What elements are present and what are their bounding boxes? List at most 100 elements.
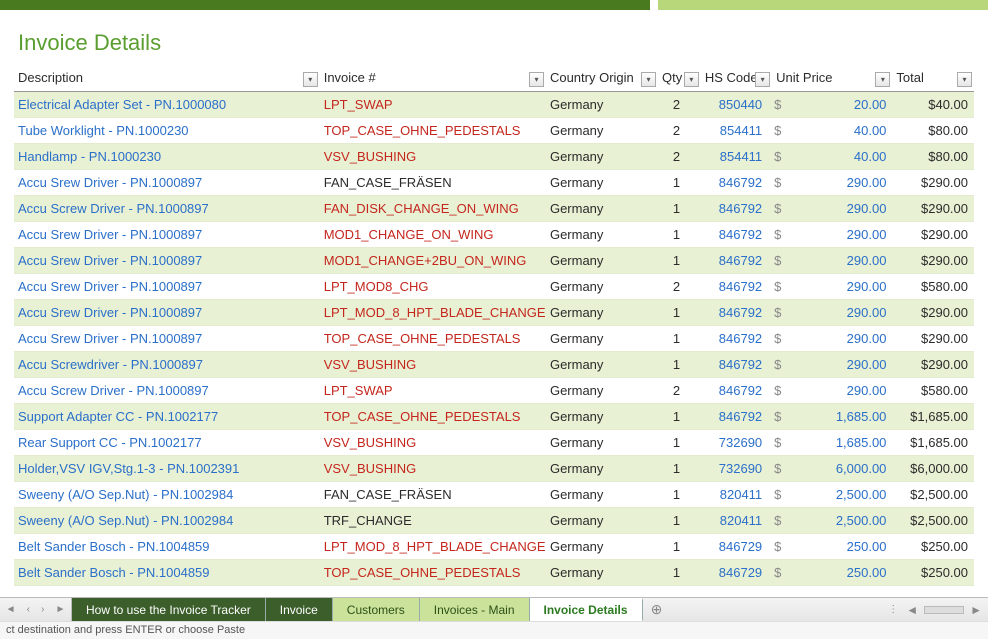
cell-total[interactable]: $1,685.00	[892, 404, 974, 430]
cell-invoice[interactable]: LPT_SWAP	[320, 378, 546, 404]
cell-description[interactable]: Sweeny (A/O Sep.Nut) - PN.1002984	[14, 482, 320, 508]
cell-total[interactable]: $1,685.00	[892, 430, 974, 456]
tab-howto[interactable]: How to use the Invoice Tracker	[72, 598, 266, 621]
cell-hs[interactable]: 846792	[701, 326, 772, 352]
cell-description[interactable]: Accu Srew Driver - PN.1000897	[14, 248, 320, 274]
cell-unit-price[interactable]: 290.00	[795, 196, 893, 222]
cell-origin[interactable]: Germany	[546, 144, 658, 170]
table-row[interactable]: Handlamp - PN.1000230VSV_BUSHINGGermany2…	[14, 144, 974, 170]
cell-unit-price[interactable]: 250.00	[795, 560, 893, 586]
cell-hs[interactable]: 732690	[701, 456, 772, 482]
cell-unit-price[interactable]: 20.00	[795, 92, 893, 118]
cell-origin[interactable]: Germany	[546, 378, 658, 404]
horizontal-scrollbar[interactable]	[924, 606, 964, 614]
cell-invoice[interactable]: VSV_BUSHING	[320, 144, 546, 170]
cell-hs[interactable]: 854411	[701, 118, 772, 144]
table-row[interactable]: Rear Support CC - PN.1002177VSV_BUSHINGG…	[14, 430, 974, 456]
scroll-left-icon[interactable]: ◄	[906, 603, 918, 617]
tab-overflow-icon[interactable]: ⋮	[888, 604, 900, 615]
cell-hs[interactable]: 732690	[701, 430, 772, 456]
cell-unit-price[interactable]: 290.00	[795, 378, 893, 404]
cell-invoice[interactable]: LPT_SWAP	[320, 92, 546, 118]
cell-invoice[interactable]: VSV_BUSHING	[320, 352, 546, 378]
cell-qty[interactable]: 2	[658, 118, 701, 144]
table-row[interactable]: Support Adapter CC - PN.1002177TOP_CASE_…	[14, 404, 974, 430]
cell-total[interactable]: $290.00	[892, 248, 974, 274]
table-row[interactable]: Sweeny (A/O Sep.Nut) - PN.1002984TRF_CHA…	[14, 508, 974, 534]
table-row[interactable]: Accu Screw Driver - PN.1000897LPT_SWAPGe…	[14, 378, 974, 404]
col-description[interactable]: Description▾	[14, 66, 320, 92]
cell-qty[interactable]: 1	[658, 560, 701, 586]
cell-unit-price[interactable]: 1,685.00	[795, 404, 893, 430]
cell-origin[interactable]: Germany	[546, 196, 658, 222]
cell-total[interactable]: $2,500.00	[892, 482, 974, 508]
scroll-right-icon[interactable]: ►	[970, 603, 982, 617]
cell-total[interactable]: $290.00	[892, 222, 974, 248]
table-row[interactable]: Electrical Adapter Set - PN.1000080LPT_S…	[14, 92, 974, 118]
cell-hs[interactable]: 820411	[701, 508, 772, 534]
cell-total[interactable]: $80.00	[892, 144, 974, 170]
cell-total[interactable]: $40.00	[892, 92, 974, 118]
cell-description[interactable]: Belt Sander Bosch - PN.1004859	[14, 560, 320, 586]
cell-origin[interactable]: Germany	[546, 534, 658, 560]
cell-origin[interactable]: Germany	[546, 326, 658, 352]
cell-unit-price[interactable]: 2,500.00	[795, 482, 893, 508]
add-sheet-button[interactable]: ⊕	[643, 598, 671, 621]
filter-dropdown-icon[interactable]: ▾	[641, 72, 656, 87]
table-row[interactable]: Accu Srew Driver - PN.1000897FAN_CASE_FR…	[14, 170, 974, 196]
table-row[interactable]: Belt Sander Bosch - PN.1004859LPT_MOD_8_…	[14, 534, 974, 560]
cell-origin[interactable]: Germany	[546, 118, 658, 144]
cell-invoice[interactable]: FAN_CASE_FRÄSEN	[320, 170, 546, 196]
cell-description[interactable]: Accu Screw Driver - PN.1000897	[14, 196, 320, 222]
cell-total[interactable]: $250.00	[892, 560, 974, 586]
cell-description[interactable]: Accu Srew Driver - PN.1000897	[14, 170, 320, 196]
cell-description[interactable]: Accu Screw Driver - PN.1000897	[14, 378, 320, 404]
filter-dropdown-icon[interactable]: ▾	[529, 72, 544, 87]
table-row[interactable]: Accu Screw Driver - PN.1000897FAN_DISK_C…	[14, 196, 974, 222]
tab-customers[interactable]: Customers	[333, 598, 420, 621]
cell-total[interactable]: $80.00	[892, 118, 974, 144]
cell-qty[interactable]: 1	[658, 248, 701, 274]
cell-description[interactable]: Electrical Adapter Set - PN.1000080	[14, 92, 320, 118]
cell-qty[interactable]: 1	[658, 170, 701, 196]
cell-invoice[interactable]: LPT_MOD_8_HPT_BLADE_CHANGE	[320, 534, 546, 560]
cell-origin[interactable]: Germany	[546, 508, 658, 534]
cell-invoice[interactable]: VSV_BUSHING	[320, 456, 546, 482]
cell-total[interactable]: $290.00	[892, 196, 974, 222]
cell-hs[interactable]: 854411	[701, 144, 772, 170]
cell-hs[interactable]: 846792	[701, 300, 772, 326]
table-row[interactable]: Holder,VSV IGV,Stg.1-3 - PN.1002391VSV_B…	[14, 456, 974, 482]
cell-description[interactable]: Rear Support CC - PN.1002177	[14, 430, 320, 456]
cell-unit-price[interactable]: 290.00	[795, 248, 893, 274]
cell-total[interactable]: $580.00	[892, 274, 974, 300]
cell-invoice[interactable]: LPT_MOD_8_HPT_BLADE_CHANGE	[320, 300, 546, 326]
filter-dropdown-icon[interactable]: ▾	[957, 72, 972, 87]
cell-qty[interactable]: 1	[658, 404, 701, 430]
table-row[interactable]: Sweeny (A/O Sep.Nut) - PN.1002984FAN_CAS…	[14, 482, 974, 508]
cell-qty[interactable]: 1	[658, 508, 701, 534]
cell-description[interactable]: Holder,VSV IGV,Stg.1-3 - PN.1002391	[14, 456, 320, 482]
col-hs[interactable]: HS Code▾	[701, 66, 772, 92]
cell-origin[interactable]: Germany	[546, 482, 658, 508]
cell-hs[interactable]: 846792	[701, 248, 772, 274]
cell-origin[interactable]: Germany	[546, 248, 658, 274]
table-row[interactable]: Accu Srew Driver - PN.1000897LPT_MOD8_CH…	[14, 274, 974, 300]
cell-description[interactable]: Accu Srew Driver - PN.1000897	[14, 274, 320, 300]
col-origin[interactable]: Country Origin▾	[546, 66, 658, 92]
cell-origin[interactable]: Germany	[546, 352, 658, 378]
cell-origin[interactable]: Germany	[546, 274, 658, 300]
cell-unit-price[interactable]: 1,685.00	[795, 430, 893, 456]
tab-invoice[interactable]: Invoice	[266, 598, 333, 621]
cell-unit-price[interactable]: 40.00	[795, 144, 893, 170]
cell-description[interactable]: Belt Sander Bosch - PN.1004859	[14, 534, 320, 560]
cell-unit-price[interactable]: 290.00	[795, 300, 893, 326]
cell-qty[interactable]: 2	[658, 92, 701, 118]
cell-hs[interactable]: 846792	[701, 378, 772, 404]
tab-nav[interactable]: ◄ ‹ › ►	[0, 598, 72, 621]
cell-origin[interactable]: Germany	[546, 560, 658, 586]
cell-unit-price[interactable]: 250.00	[795, 534, 893, 560]
cell-invoice[interactable]: TOP_CASE_OHNE_PEDESTALS	[320, 560, 546, 586]
cell-unit-price[interactable]: 2,500.00	[795, 508, 893, 534]
cell-hs[interactable]: 846792	[701, 170, 772, 196]
cell-qty[interactable]: 1	[658, 300, 701, 326]
